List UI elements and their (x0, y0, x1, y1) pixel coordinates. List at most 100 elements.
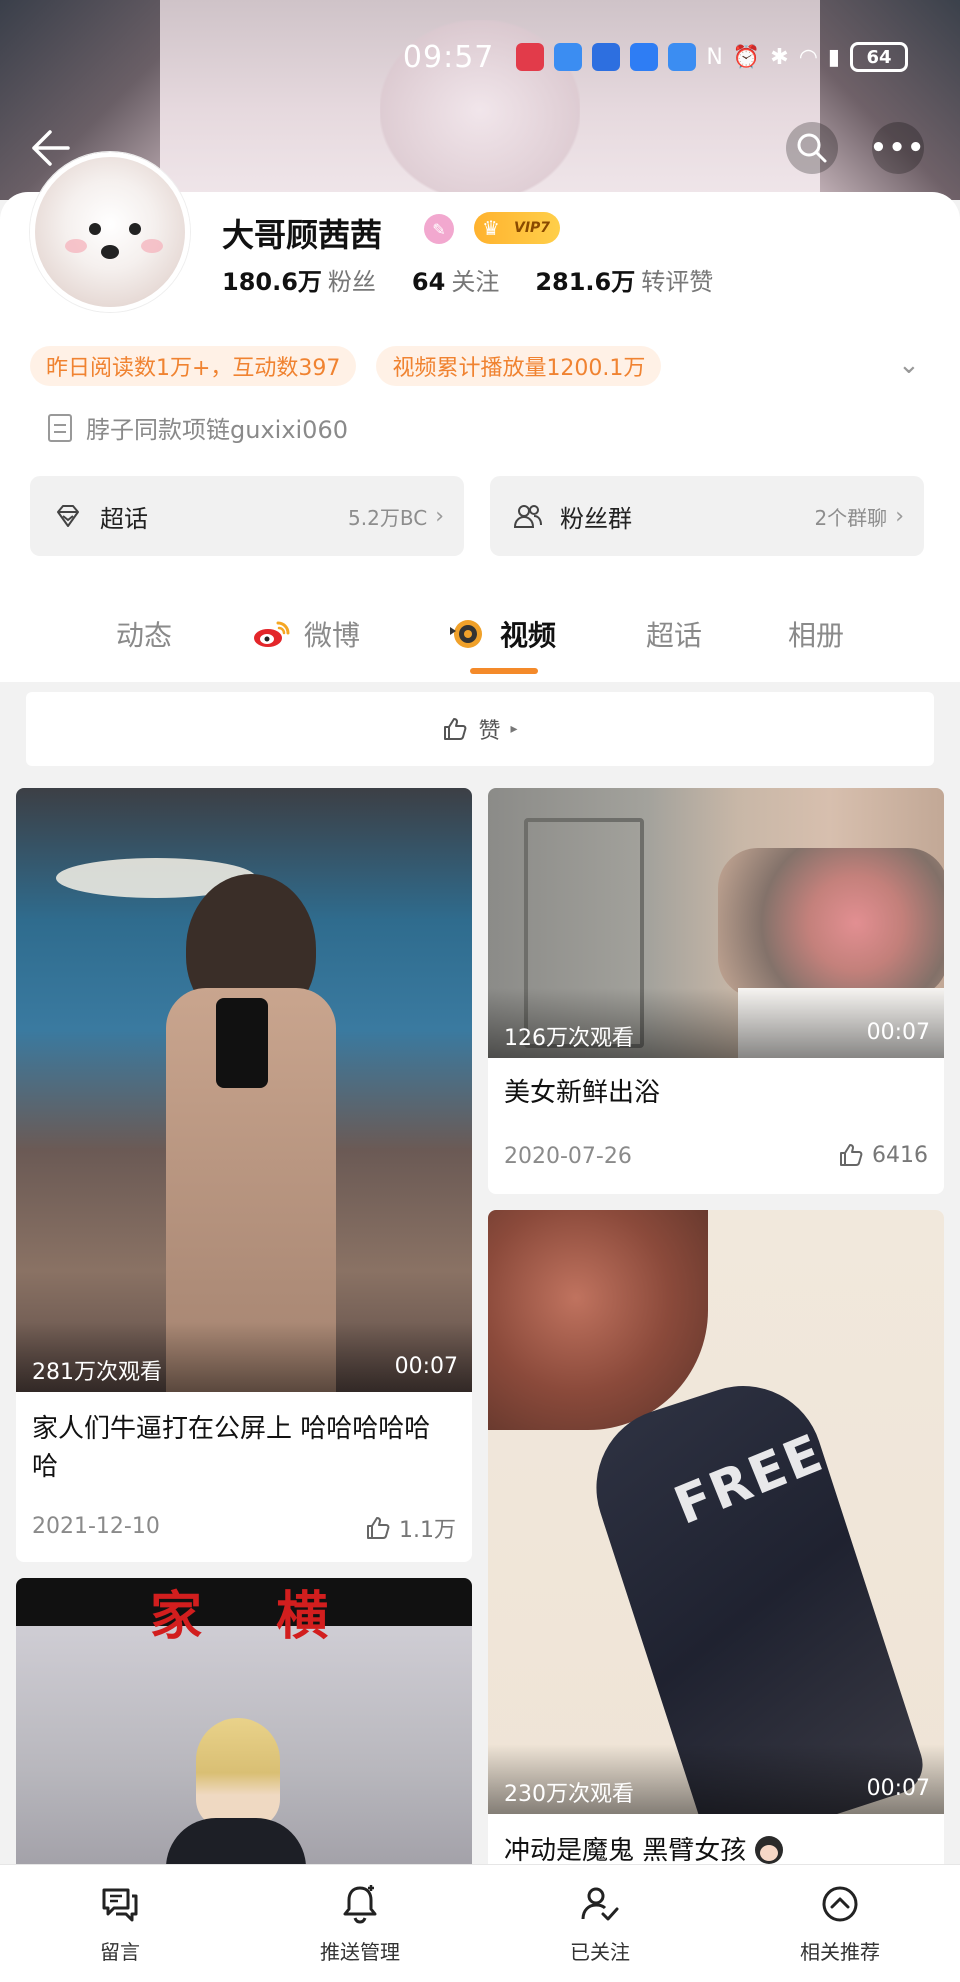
video-duration: 00:07 (394, 1354, 458, 1379)
video-title[interactable]: 美女新鲜出浴 (504, 1074, 928, 1112)
search-icon (797, 133, 827, 163)
tab-weibo[interactable]: 微博 (252, 614, 360, 654)
like-count-text: 1.1万 (399, 1518, 456, 1543)
thumbs-up-icon (367, 1517, 390, 1539)
fan-group-tile[interactable]: 粉丝群 2个群聊 › (490, 476, 924, 556)
tab-feed[interactable]: 动态 (116, 614, 172, 654)
bottom-label: 留言 (100, 1940, 140, 1964)
thumbs-up-icon (840, 1144, 863, 1166)
video-date: 2020-07-26 (504, 1144, 632, 1169)
bio-text: 脖子同款项链guxixi060 (86, 416, 348, 444)
signal-icon: ▮ (827, 44, 840, 70)
chevron-down-icon[interactable]: ⌄ (898, 350, 920, 380)
weibo-icon (254, 621, 290, 647)
message-notification-icon (554, 43, 583, 71)
like-count[interactable]: 1.1万 (365, 1512, 456, 1544)
view-count: 126万次观看 (504, 1026, 634, 1051)
wifi-icon: ◠ (798, 44, 818, 70)
bottom-label: 已关注 (570, 1940, 630, 1964)
like-count[interactable]: 6416 (838, 1142, 928, 1168)
push-settings-button[interactable]: 推送管理 (240, 1865, 480, 1982)
chevron-up-circle-icon (822, 1886, 858, 1922)
chevron-right-icon: › (435, 503, 444, 529)
sort-by-likes-button[interactable]: 赞 ▸ (26, 692, 934, 766)
tab-video[interactable]: 视频 (448, 614, 556, 654)
video-title-text: 冲动是魔鬼 黑臂女孩 (504, 1836, 747, 1864)
video-thumbnail[interactable]: 家 横 (16, 1578, 472, 1864)
app-notification-icon (592, 43, 621, 71)
video-thumbnail[interactable]: 281万次观看 00:07 (16, 788, 472, 1392)
rose-tattoo (488, 1210, 708, 1430)
phone-shape (216, 998, 268, 1088)
video-title[interactable]: 家人们牛逼打在公屏上 哈哈哈哈哈哈 (32, 1410, 456, 1486)
stat-label: 粉丝 (327, 268, 376, 296)
status-time: 09:57 (402, 39, 495, 75)
video-duration: 00:07 (866, 1020, 930, 1045)
stat-value: 180.6万 (222, 268, 322, 296)
stat-label: 转评赞 (641, 268, 714, 296)
diamond-icon (57, 505, 79, 527)
supertopic-tile[interactable]: 超话 5.2万BC › (30, 476, 464, 556)
caret-right-icon: ▸ (510, 721, 518, 737)
stat-label: 关注 (451, 268, 500, 296)
avatar-nose (101, 245, 119, 259)
view-count: 230万次观看 (504, 1782, 634, 1807)
back-arrow-icon[interactable] (28, 128, 70, 168)
video-card[interactable]: 281万次观看 00:07 家人们牛逼打在公屏上 哈哈哈哈哈哈 2021-12-… (16, 788, 472, 1562)
avatar-blush (65, 239, 87, 253)
app-notification-icon (630, 43, 659, 71)
profile-tabs: 动态 微博 视频 超话 相册 (0, 590, 960, 682)
tile-label: 粉丝群 (560, 504, 632, 533)
thumbs-up-icon (444, 718, 467, 740)
stat-value: 281.6万 (535, 268, 636, 296)
tile-meta: 2个群聊 (814, 505, 888, 530)
message-button[interactable]: 留言 (0, 1865, 240, 1982)
figure-head (196, 1718, 280, 1828)
following-button[interactable]: 已关注 (480, 1865, 720, 1982)
bluetooth-icon: ✱ (770, 44, 789, 70)
avatar-eye (89, 223, 101, 235)
search-button[interactable] (786, 122, 838, 174)
bottom-label: 推送管理 (320, 1940, 400, 1964)
video-thumbnail[interactable]: 126万次观看 00:07 (488, 788, 944, 1058)
stat-followers[interactable]: 180.6万 粉丝 (222, 262, 376, 297)
alipay-icon (668, 43, 697, 71)
more-options-button[interactable]: ••• (870, 122, 924, 174)
tab-album[interactable]: 相册 (788, 614, 844, 654)
chest-tattoo (718, 848, 944, 998)
verified-badge-icon[interactable]: ✎ (424, 214, 454, 244)
stat-value: 64 (411, 268, 446, 296)
reading-stats-tag[interactable]: 昨日阅读数1万+，互动数397 (30, 346, 357, 386)
stat-interactions[interactable]: 281.6万 转评赞 (535, 262, 713, 297)
recommendations-button[interactable]: 相关推荐 (720, 1865, 960, 1982)
profile-tags: 昨日阅读数1万+，互动数397 视频累计播放量1200.1万 (30, 346, 662, 386)
bottom-label: 相关推荐 (800, 1940, 880, 1964)
video-card[interactable]: FREE 230万次观看 00:07 冲动是魔鬼 黑臂女孩 (488, 1210, 944, 1864)
video-card[interactable]: 家 横 (16, 1578, 472, 1864)
profile-stats: 180.6万 粉丝 64 关注 281.6万 转评赞 (222, 262, 713, 297)
video-card[interactable]: 126万次观看 00:07 美女新鲜出浴 2020-07-26 6416 (488, 788, 944, 1194)
sort-label: 赞 (478, 719, 501, 744)
profile-tiles: 超话 5.2万BC › 粉丝群 2个群聊 › (30, 476, 924, 556)
active-tab-indicator (470, 668, 538, 674)
video-thumbnail[interactable]: FREE 230万次观看 00:07 (488, 1210, 944, 1814)
crown-icon: ♛ (482, 216, 500, 240)
user-check-icon (581, 1887, 619, 1921)
chevron-right-icon: › (895, 503, 904, 529)
view-count: 281万次观看 (32, 1360, 162, 1385)
bell-icon (343, 1885, 377, 1924)
tab-supertopic[interactable]: 超话 (646, 614, 702, 654)
tab-label: 微博 (304, 619, 361, 652)
bottom-action-bar: 留言 推送管理 已关注 相关推荐 (0, 1864, 960, 1982)
tab-label: 相册 (788, 619, 845, 652)
stat-following[interactable]: 64 关注 (412, 262, 499, 297)
video-title[interactable]: 冲动是魔鬼 黑臂女孩 (504, 1832, 928, 1864)
group-icon (513, 505, 542, 528)
message-icon (102, 1888, 138, 1922)
vip-badge[interactable]: ♛ VIP7 (474, 212, 561, 244)
tab-label: 视频 (500, 619, 557, 652)
girl-emoji-icon (754, 1835, 783, 1864)
avatar[interactable] (30, 152, 190, 312)
tile-meta: 5.2万BC (348, 505, 428, 530)
video-plays-tag[interactable]: 视频累计播放量1200.1万 (376, 346, 662, 386)
